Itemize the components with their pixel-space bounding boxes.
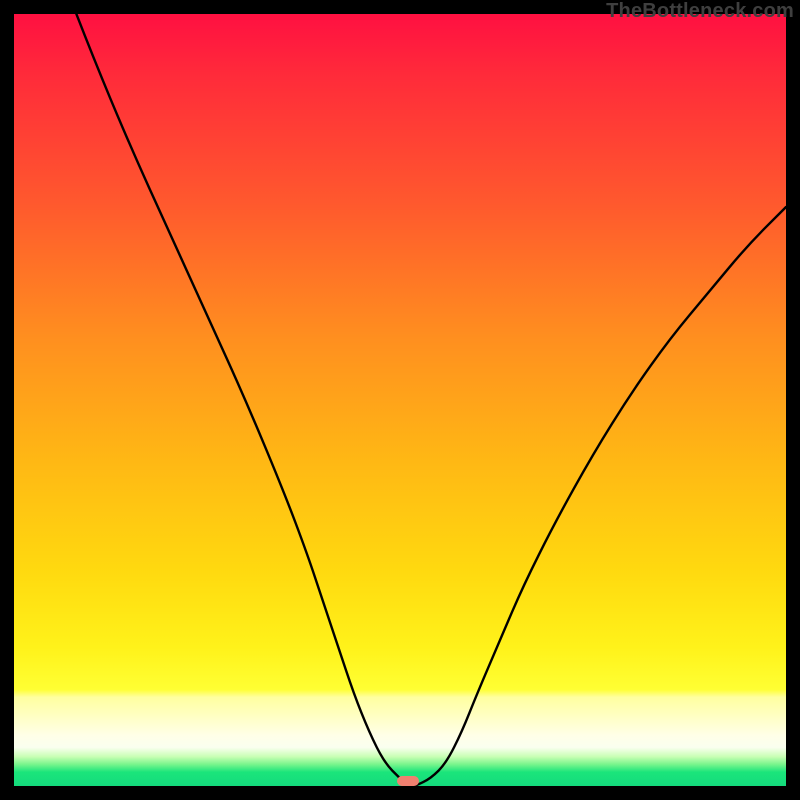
bottleneck-curve: [14, 14, 786, 786]
watermark-text: TheBottleneck.com: [606, 0, 794, 23]
plot-area: [14, 14, 786, 786]
bottleneck-marker: [397, 776, 419, 786]
chart-frame: TheBottleneck.com: [0, 0, 800, 800]
